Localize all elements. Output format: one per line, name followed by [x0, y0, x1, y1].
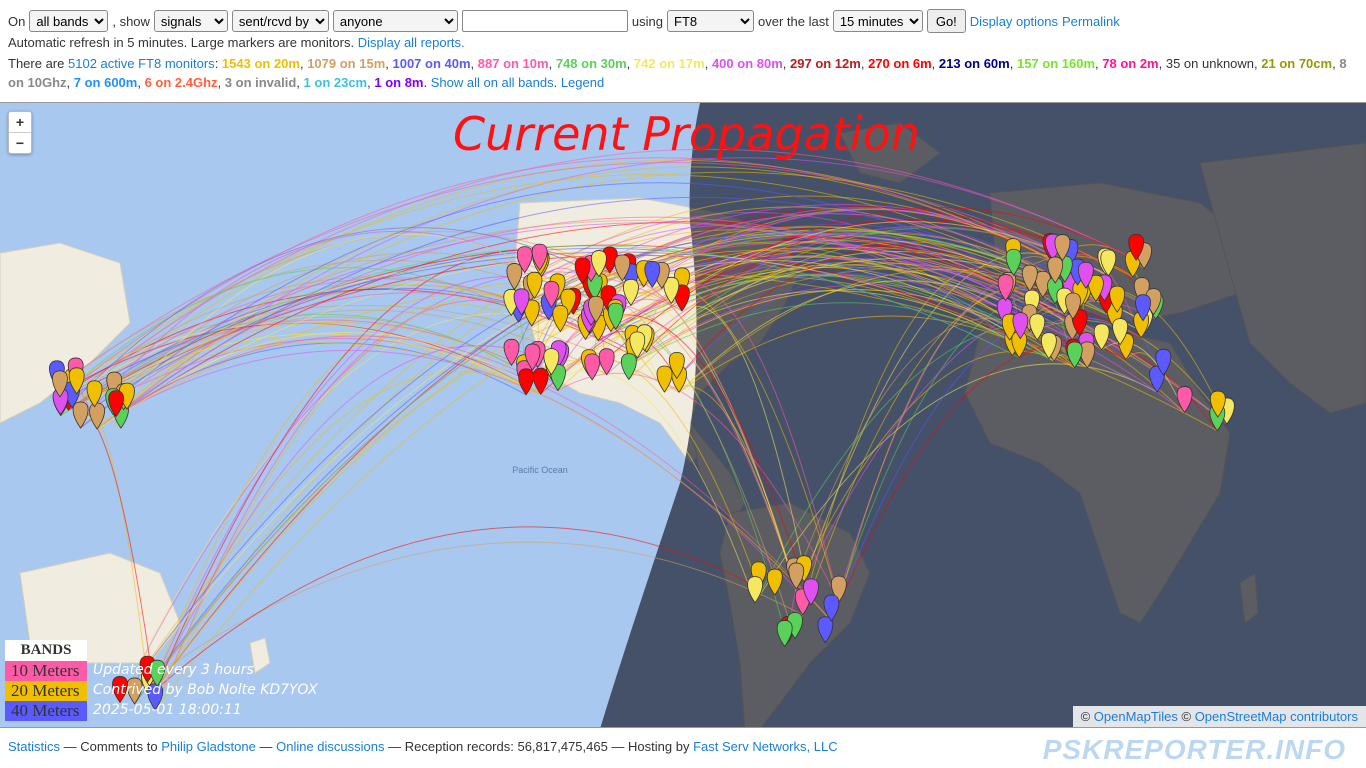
statistics-link[interactable]: Statistics [8, 739, 60, 754]
reception-records: — Reception records: 56,817,475,465 — Ho… [388, 739, 690, 754]
over-label: over the last [758, 13, 829, 29]
callsign-input[interactable] [461, 10, 628, 32]
band-stats: There are 5102 active FT8 monitors: 1543… [8, 56, 1347, 90]
go-button[interactable]: Go! [926, 9, 966, 33]
band-count: 35 on unknown [1165, 56, 1255, 71]
band-count: 1079 on 15m [307, 56, 386, 71]
footer-sep: — Comments to [63, 739, 158, 754]
band-count: 21 on 70cm [1261, 56, 1333, 71]
map-canvas[interactable]: Pacific Ocean [0, 103, 1366, 728]
display-all-reports-link[interactable]: Display all reports. [358, 35, 465, 50]
page-footer: Statistics — Comments to Philip Gladston… [8, 739, 838, 754]
footer-sep: — [259, 739, 273, 754]
legend-link[interactable]: Legend [561, 75, 604, 90]
band-count: 213 on 60m [938, 56, 1010, 71]
band-count: 742 on 17m [633, 56, 705, 71]
query-controls: On all bands , show signals sent/rcvd by… [8, 9, 1120, 33]
show-all-bands-link[interactable]: Show all on all bands [431, 75, 554, 90]
copyright-symbol: © [1181, 709, 1192, 724]
hosting-link[interactable]: Fast Serv Networks, LLC [693, 739, 838, 754]
band-count: 7 on 600m [73, 75, 138, 90]
on-label: On [8, 13, 26, 29]
refresh-line: Automatic refresh in 5 minutes. Large ma… [8, 35, 465, 50]
active-monitors-link[interactable]: 5102 active FT8 monitors [68, 56, 215, 71]
legend-header: BANDS [20, 642, 72, 658]
direction-select[interactable]: sent/rcvd by [231, 10, 329, 32]
zoom-in-button[interactable]: + [9, 112, 31, 132]
map-attribution: © OpenMapTiles © OpenStreetMap contribut… [1072, 706, 1366, 727]
openmaptiles-link[interactable]: OpenMapTiles [1094, 709, 1178, 724]
map-credits: Updated every 3 hours Contrived by Bob N… [93, 660, 318, 720]
legend-item: 20 Meters [5, 681, 87, 701]
band-count: 1007 on 40m [392, 56, 471, 71]
band-count: 400 on 80m [711, 56, 783, 71]
credit-updated: Updated every 3 hours [93, 662, 254, 678]
stats-prefix: There are [8, 56, 65, 71]
band-select[interactable]: all bands [29, 10, 109, 32]
band-count: 887 on 10m [477, 56, 549, 71]
period-select[interactable]: 15 minutes [832, 10, 923, 32]
zoom-control: + − [8, 111, 32, 154]
legend-items: 10 Meters 20 Meters 40 Meters [5, 661, 87, 721]
band-count: 6 on 2.4Ghz [144, 75, 218, 90]
mode-select[interactable]: FT8 [667, 10, 754, 32]
credit-author: Contrived by Bob Nolte KD7YOX [93, 682, 318, 698]
refresh-text: Automatic refresh in 5 minutes. Large ma… [8, 35, 355, 50]
band-legend: BANDS 10 Meters 20 Meters 40 Meters [5, 640, 87, 721]
band-count: 1 on 23cm [303, 75, 368, 90]
band-count: 1543 on 20m [221, 56, 300, 71]
ocean-label-pacific: Pacific Ocean [512, 465, 568, 475]
permalink-link[interactable]: Permalink [1062, 14, 1120, 29]
band-count: 270 on 6m [868, 56, 932, 71]
zoom-out-button[interactable]: − [9, 132, 31, 153]
philip-gladstone-link[interactable]: Philip Gladstone [161, 739, 256, 754]
band-count: 157 on 160m [1016, 56, 1096, 71]
band-count: 748 on 30m [555, 56, 627, 71]
show-label: , show [112, 13, 150, 29]
propagation-map[interactable]: Pacific Ocean + − Current Propagation BA… [0, 102, 1366, 728]
who-select[interactable]: anyone [332, 10, 458, 32]
show-select[interactable]: signals [153, 10, 228, 32]
band-count: 1 on 8m [374, 75, 424, 90]
band-count: 78 on 2m [1102, 56, 1159, 71]
credit-timestamp: 2025-05-01 18:00:11 [93, 702, 242, 718]
night-terminator [600, 103, 1366, 727]
online-discussions-link[interactable]: Online discussions [276, 739, 384, 754]
band-count: 297 on 12m [790, 56, 861, 71]
display-options-link[interactable]: Display options [970, 14, 1058, 29]
using-label: using [631, 13, 663, 29]
overlay-title: Current Propagation [453, 107, 920, 161]
copyright-symbol: © [1080, 709, 1091, 724]
legend-item: 40 Meters [5, 701, 87, 721]
legend-item: 10 Meters [5, 661, 87, 681]
openstreetmap-link[interactable]: OpenStreetMap contributors [1195, 709, 1358, 724]
site-brand: PSKREPORTER.INFO [1042, 734, 1346, 765]
band-count: 3 on invalid [224, 75, 297, 90]
control-header: On all bands , show signals sent/rcvd by… [0, 0, 1366, 102]
